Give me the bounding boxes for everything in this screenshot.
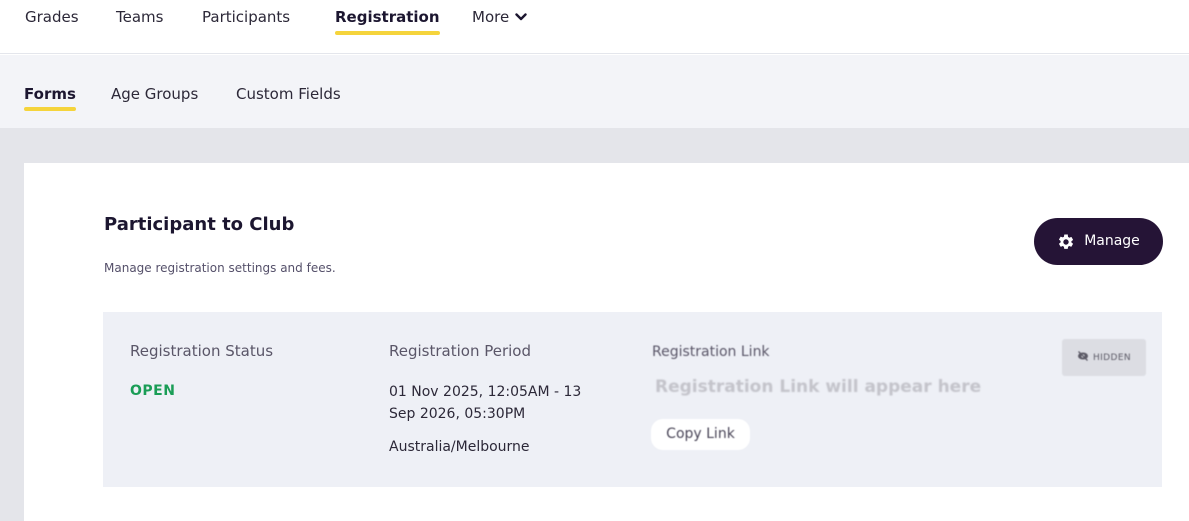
top-nav: Grades Teams Participants Registration M… — [0, 0, 1189, 54]
nav-item-registration[interactable]: Registration — [335, 6, 440, 36]
registration-link-placeholder: Registration Link will appear here — [655, 377, 982, 397]
form-description: Manage registration settings and fees. — [104, 261, 336, 275]
tab-forms[interactable]: Forms — [24, 84, 76, 111]
sub-nav: Forms Age Groups Custom Fields — [0, 55, 1189, 128]
eye-off-icon — [1077, 351, 1089, 364]
nav-item-participants[interactable]: Participants — [202, 6, 290, 36]
registration-period-label: Registration Period — [389, 342, 531, 360]
registration-timezone: Australia/Melbourne — [389, 439, 530, 455]
manage-button[interactable]: Manage — [1034, 218, 1163, 265]
visibility-badge[interactable]: HIDDEN — [1062, 339, 1146, 376]
registration-period-value: 01 Nov 2025, 12:05AM - 13 Sep 2026, 05:3… — [389, 384, 582, 422]
manage-button-label: Manage — [1084, 233, 1140, 249]
registration-link-label: Registration Link — [652, 344, 770, 360]
form-title: Participant to Club — [104, 214, 295, 235]
nav-item-grades[interactable]: Grades — [25, 6, 79, 36]
gear-icon — [1057, 233, 1075, 251]
copy-link-button[interactable]: Copy Link — [651, 419, 750, 450]
nav-item-teams[interactable]: Teams — [116, 6, 163, 36]
tab-custom-fields[interactable]: Custom Fields — [236, 84, 341, 110]
tab-age-groups[interactable]: Age Groups — [111, 84, 198, 110]
status-badge: OPEN — [130, 383, 176, 399]
nav-item-more-label: More — [472, 8, 510, 26]
registration-info-panel — [103, 312, 1162, 487]
chevron-down-icon — [515, 5, 527, 27]
nav-item-more[interactable]: More — [472, 6, 527, 36]
visibility-badge-label: HIDDEN — [1092, 352, 1132, 363]
registration-status-label: Registration Status — [130, 342, 274, 360]
